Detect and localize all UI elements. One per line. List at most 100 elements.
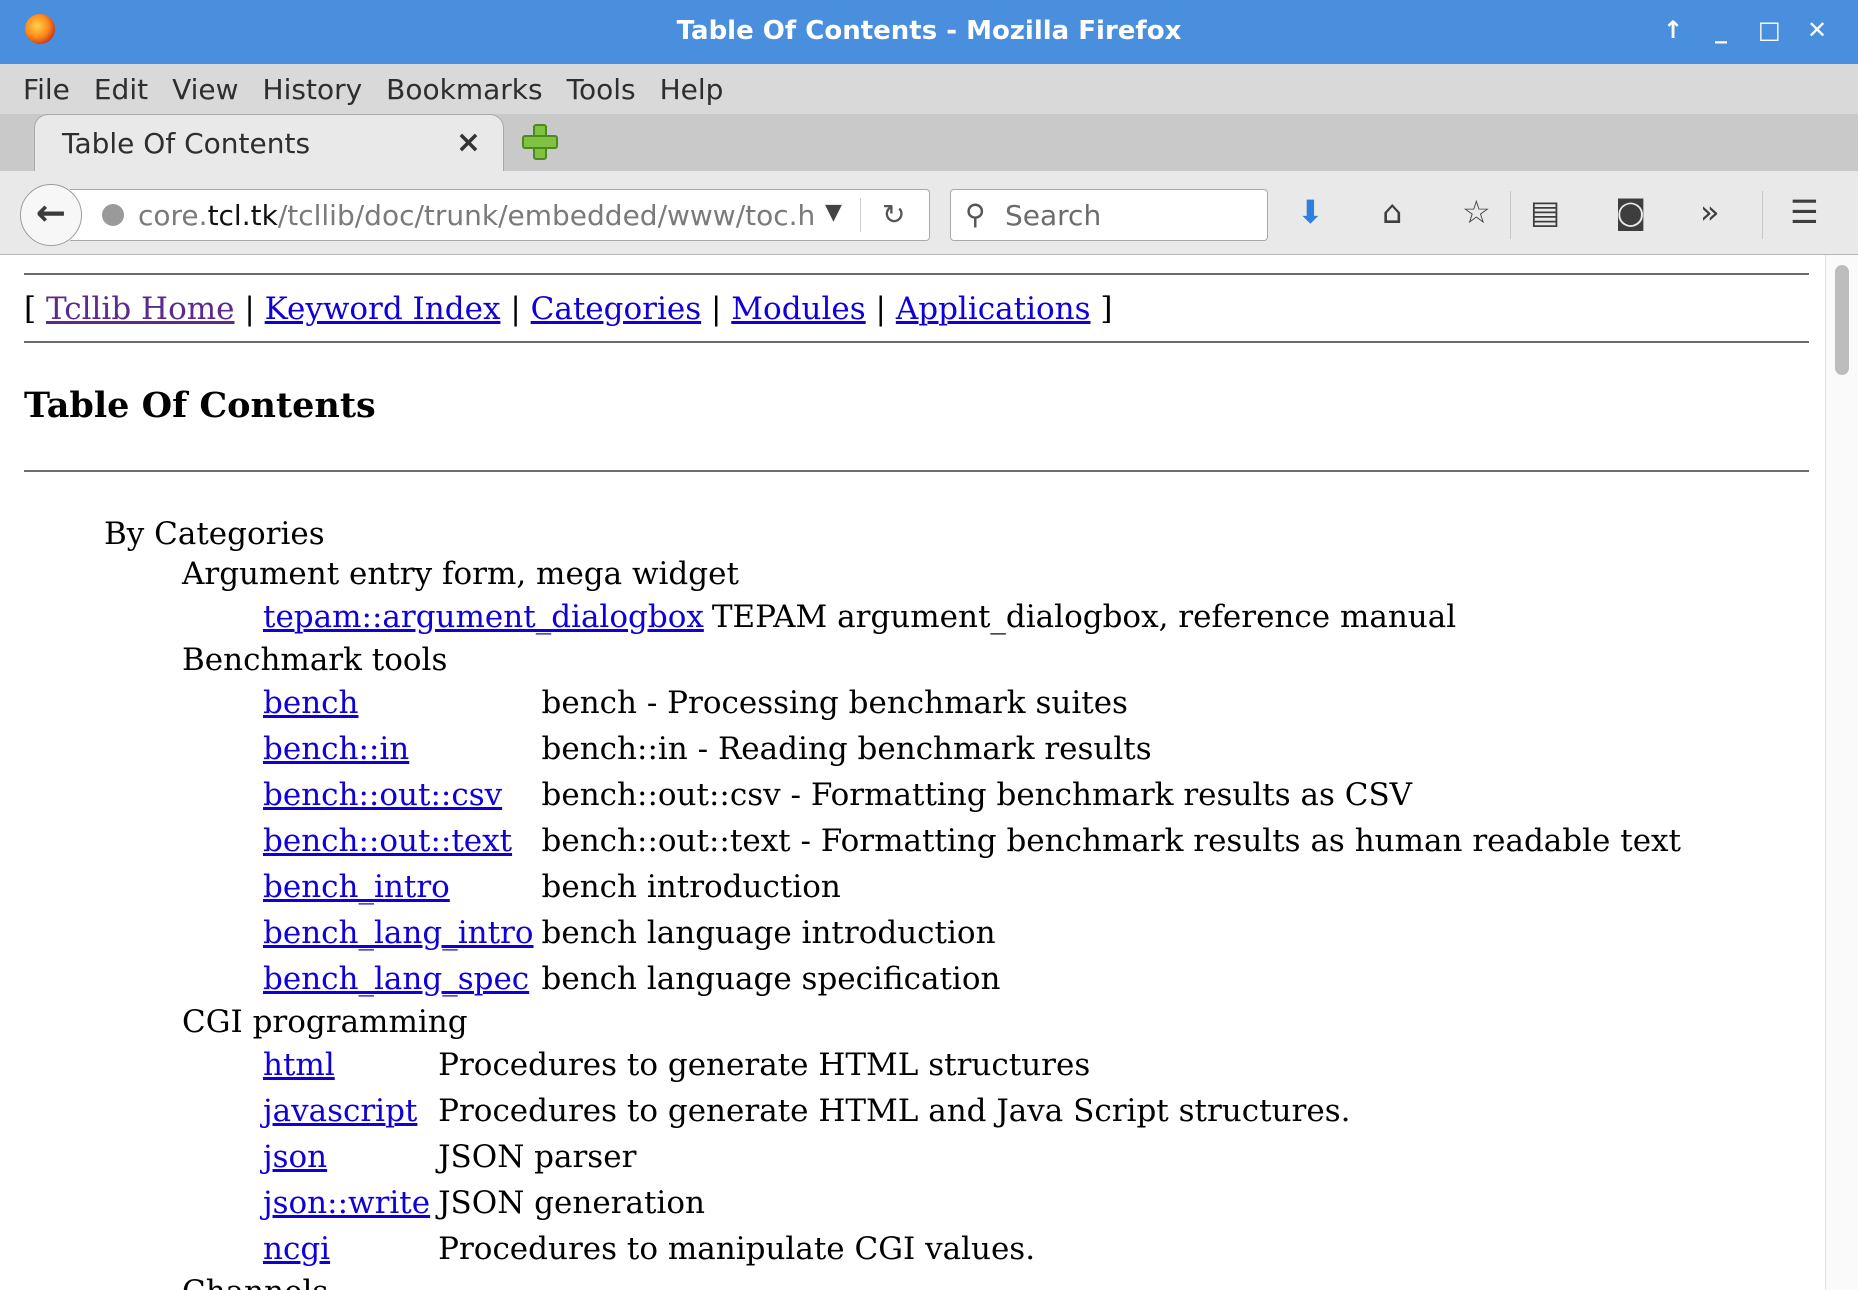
search-box[interactable]: ⚲ [950, 189, 1268, 241]
globe-icon [102, 204, 124, 226]
entry-link[interactable]: bench::in [263, 731, 409, 767]
toc-entry: bench::out::text bench::out::text - Form… [263, 818, 1681, 864]
url-separator [860, 198, 861, 232]
download-icon[interactable]: ⬇ [1297, 193, 1324, 231]
toc-entry: bench bench - Processing benchmark suite… [263, 680, 1681, 726]
overflow-icon[interactable]: » [1700, 193, 1720, 231]
link-applications[interactable]: Applications [896, 291, 1091, 327]
bookmark-star-icon[interactable]: ☆ [1462, 193, 1491, 231]
toc-entry: json JSON parser [263, 1134, 1350, 1180]
menu-icon[interactable]: ☰ [1790, 193, 1819, 231]
maximize-button[interactable]: □ [1758, 16, 1781, 44]
menu-edit[interactable]: Edit [93, 73, 149, 106]
entry-description: bench - Processing benchmark suites [541, 685, 1128, 721]
toc-list: By Categories Argument entry form, mega … [24, 514, 1809, 1290]
category-heading: Benchmark tools [182, 642, 448, 678]
tab-strip: Table Of Contents × [0, 114, 1858, 171]
entry-link[interactable]: bench_intro [263, 869, 450, 905]
category-entries: bench bench - Processing benchmark suite… [263, 680, 1681, 1002]
menu-tools[interactable]: Tools [566, 73, 637, 106]
entry-link[interactable]: bench_lang_intro [263, 915, 534, 951]
divider [24, 470, 1809, 472]
menu-file[interactable]: File [22, 73, 71, 106]
menu-help[interactable]: Help [659, 73, 725, 106]
url-path: /tcllib/doc/trunk/embedded/www/toc.h [277, 199, 816, 232]
keep-above-button[interactable]: ↑ [1662, 16, 1684, 44]
reload-icon[interactable]: ↻ [882, 198, 905, 231]
link-modules[interactable]: Modules [731, 291, 865, 327]
entry-link[interactable]: json [263, 1139, 327, 1175]
toc-entry: bench_lang_intro bench language introduc… [263, 910, 1681, 956]
toc-entry: tepam::argument_dialogbox TEPAM argument… [263, 594, 1456, 640]
link-tcllib-home[interactable]: Tcllib Home [46, 291, 235, 327]
nav-separator: | [710, 291, 722, 327]
entry-link[interactable]: tepam::argument_dialogbox [263, 599, 704, 635]
back-icon[interactable]: ← [20, 184, 82, 246]
entry-link[interactable]: bench_lang_spec [263, 961, 529, 997]
toc-entry: html Procedures to generate HTML structu… [263, 1042, 1350, 1088]
entry-description: Procedures to generate HTML structures [438, 1047, 1091, 1083]
category-heading: CGI programming [182, 1004, 468, 1040]
scrollbar-thumb[interactable] [1835, 265, 1849, 375]
window-title: Table Of Contents - Mozilla Firefox [676, 16, 1182, 46]
entry-description: bench::in - Reading benchmark results [541, 731, 1152, 767]
entry-link[interactable]: html [263, 1047, 335, 1083]
entry-description: bench::out::csv - Formatting benchmark r… [541, 777, 1413, 813]
divider [24, 341, 1809, 343]
entry-description: Procedures to generate HTML and Java Scr… [438, 1093, 1351, 1129]
page-content: [ Tcllib Home | Keyword Index | Categori… [0, 255, 1858, 1290]
entry-link[interactable]: bench::out::text [263, 823, 512, 859]
nav-separator: | [244, 291, 255, 327]
toc-entry: bench::in bench::in - Reading benchmark … [263, 726, 1681, 772]
search-input[interactable] [1003, 196, 1257, 234]
nav-bracket-close: ] [1100, 291, 1113, 327]
tab-table-of-contents[interactable]: Table Of Contents × [34, 114, 504, 171]
entry-description: bench language introduction [541, 915, 996, 951]
toc-entry: javascript Procedures to generate HTML a… [263, 1088, 1350, 1134]
menu-bar: File Edit View History Bookmarks Tools H… [0, 64, 1858, 114]
vertical-scrollbar[interactable] [1825, 255, 1858, 1290]
menu-bookmarks[interactable]: Bookmarks [385, 73, 543, 106]
category-entries: html Procedures to generate HTML structu… [263, 1042, 1350, 1272]
close-window-button[interactable]: ✕ [1806, 16, 1828, 44]
entry-description: TEPAM argument_dialogbox, reference manu… [711, 599, 1457, 635]
url-host: tcl.tk [207, 199, 278, 232]
nav-separator: | [875, 291, 886, 327]
tab-close-icon[interactable]: × [456, 125, 481, 160]
entry-link[interactable]: json::write [263, 1185, 430, 1221]
entry-link[interactable]: javascript [263, 1093, 417, 1129]
entry-description: JSON generation [438, 1185, 705, 1221]
entry-link[interactable]: bench [263, 685, 358, 721]
minimize-button[interactable]: _ [1710, 16, 1732, 44]
window-controls: ↑ _ □ ✕ [1662, 16, 1828, 44]
url-dropdown-icon[interactable]: ▼ [825, 200, 842, 225]
toolbar-separator [1510, 191, 1511, 239]
reading-list-icon[interactable]: ▤ [1530, 193, 1560, 231]
url-text[interactable]: core.tcl.tk/tcllib/doc/trunk/embedded/ww… [138, 199, 815, 232]
by-categories-heading: By Categories [104, 516, 325, 552]
entry-description: bench::out::text - Formatting benchmark … [541, 823, 1681, 859]
entry-link[interactable]: bench::out::csv [263, 777, 502, 813]
menu-view[interactable]: View [171, 73, 239, 106]
title-bar: Table Of Contents - Mozilla Firefox ↑ _ … [0, 0, 1858, 64]
entry-description: bench language specification [541, 961, 1001, 997]
link-keyword-index[interactable]: Keyword Index [265, 291, 501, 327]
link-categories[interactable]: Categories [531, 291, 702, 327]
toc-entry: json::write JSON generation [263, 1180, 1350, 1226]
entry-description: Procedures to manipulate CGI values. [438, 1231, 1036, 1267]
page-title: Table Of Contents [24, 385, 376, 426]
tab-label: Table Of Contents [62, 127, 311, 160]
menu-history[interactable]: History [262, 73, 364, 106]
nav-separator: | [510, 291, 521, 327]
toolbar-separator [1762, 191, 1763, 239]
entry-link[interactable]: ncgi [263, 1231, 330, 1267]
firefox-window: Table Of Contents - Mozilla Firefox ↑ _ … [0, 0, 1858, 1290]
top-navigation: [ Tcllib Home | Keyword Index | Categori… [24, 275, 1809, 341]
toc-entry: bench_intro bench introduction [263, 864, 1681, 910]
pocket-icon[interactable]: ◙ [1615, 193, 1646, 231]
entry-description: JSON parser [438, 1139, 637, 1175]
url-bar[interactable]: core.tcl.tk/tcllib/doc/trunk/embedded/ww… [70, 189, 930, 241]
home-icon[interactable]: ⌂ [1382, 193, 1402, 231]
new-tab-plus-icon[interactable] [520, 122, 560, 162]
entry-description: bench introduction [541, 869, 841, 905]
